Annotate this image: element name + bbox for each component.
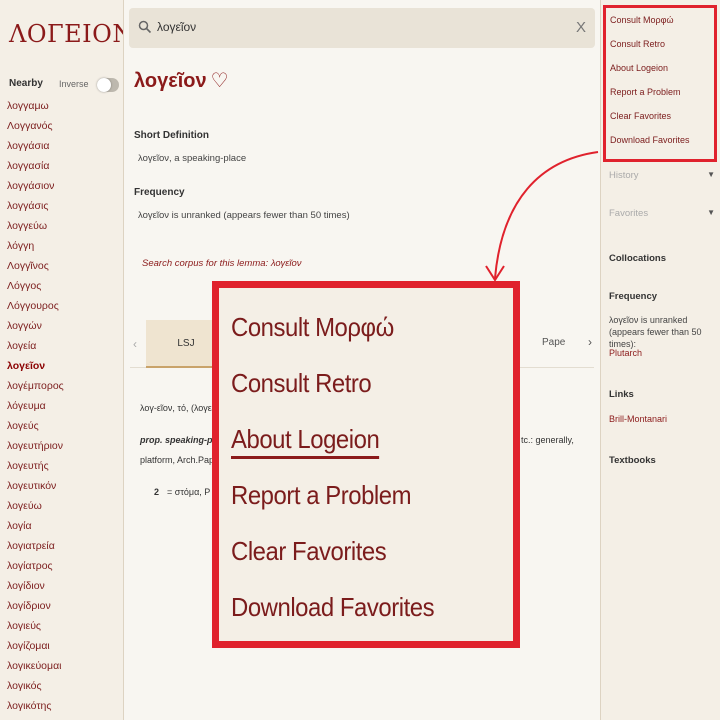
- nearby-word[interactable]: λογία: [7, 516, 117, 536]
- zoomed-menu-callout: Consult Μορφώ Consult Retro About Logeio…: [212, 281, 520, 648]
- sense-number: 2: [154, 487, 160, 497]
- nearby-word[interactable]: λογγεύω: [7, 216, 117, 236]
- nearby-word[interactable]: Λόγγουρος: [7, 296, 117, 316]
- site-menu: Consult Μορφώ Consult Retro About Logeio…: [606, 8, 714, 159]
- nearby-word[interactable]: λογγαμω: [7, 96, 117, 116]
- frequency-panel-text: λογεῖον is unranked (appears fewer than …: [609, 315, 702, 349]
- nearby-word[interactable]: Λογγῖνος: [7, 256, 117, 276]
- nearby-word[interactable]: λόγγη: [7, 236, 117, 256]
- zoom-item-label: About Logeion: [231, 424, 380, 459]
- page-title: λογεῖον ♡: [134, 68, 229, 93]
- nearby-word[interactable]: λογεία: [7, 336, 117, 356]
- nearby-word[interactable]: λογγασία: [7, 156, 117, 176]
- zoom-item-consult-morpho[interactable]: Consult Μορφώ: [231, 312, 490, 368]
- headword-text: λογεῖον: [134, 70, 207, 92]
- nearby-header: Nearby Inverse: [9, 78, 119, 94]
- nearby-word[interactable]: λογεύς: [7, 416, 117, 436]
- inverse-toggle[interactable]: [97, 78, 119, 92]
- sidebar: ΛΟΓΕΙΟΝ Nearby Inverse λογγαμω Λογγανός λο…: [0, 0, 124, 720]
- zoom-item-consult-retro[interactable]: Consult Retro: [231, 368, 490, 424]
- nearby-word[interactable]: λογευτής: [7, 456, 117, 476]
- search-icon: [138, 20, 152, 34]
- nearby-word[interactable]: λογίατρος: [7, 556, 117, 576]
- nearby-word[interactable]: λογευτήριον: [7, 436, 117, 456]
- menu-highlight-box: Consult Μορφώ Consult Retro About Logeio…: [603, 5, 717, 162]
- zoom-item-label: Consult Μορφώ: [231, 312, 394, 342]
- lsj-entry-head: λογ-εῖον, τό, (λογεύ: [140, 403, 217, 413]
- short-definition-title: Short Definition: [134, 130, 209, 141]
- zoom-item-label: Consult Retro: [231, 368, 372, 398]
- nearby-word[interactable]: λογγάσια: [7, 136, 117, 156]
- nearby-word[interactable]: λογγάσις: [7, 196, 117, 216]
- history-dropdown[interactable]: History ▼: [609, 170, 715, 181]
- short-definition-text: λογεῖον, a speaking-place: [138, 153, 247, 164]
- menu-item-consult-retro[interactable]: Consult Retro: [610, 39, 714, 63]
- lsj-entry-line-tail: tc.: generally,: [521, 435, 574, 445]
- zoom-item-report-problem[interactable]: Report a Problem: [231, 480, 490, 536]
- search-bar[interactable]: λογεῖον X: [129, 8, 595, 48]
- nearby-word[interactable]: λογίζομαι: [7, 636, 117, 656]
- chevron-left-icon[interactable]: ‹: [133, 337, 137, 351]
- nearby-word[interactable]: λογέμπορος: [7, 376, 117, 396]
- nearby-word[interactable]: λογικῶς: [7, 716, 117, 720]
- lsj-entry-line: prop. speaking-pla: [140, 435, 220, 445]
- frequency-text: λογεῖον is unranked (appears fewer than …: [138, 210, 350, 221]
- menu-item-clear-favorites[interactable]: Clear Favorites: [610, 111, 714, 135]
- inverse-label: Inverse: [59, 79, 89, 89]
- menu-item-report-problem[interactable]: Report a Problem: [610, 87, 714, 111]
- nearby-word[interactable]: λόγευμα: [7, 396, 117, 416]
- nearby-word[interactable]: λογίδιον: [7, 576, 117, 596]
- search-corpus-link[interactable]: Search corpus for this lemma: λογεῖον: [142, 258, 302, 269]
- nearby-word[interactable]: λογικότης: [7, 696, 117, 716]
- frequency-title: Frequency: [134, 187, 185, 198]
- heart-icon[interactable]: ♡: [211, 70, 229, 92]
- nearby-word[interactable]: λογιατρεία: [7, 536, 117, 556]
- nearby-word[interactable]: λογευτικόν: [7, 476, 117, 496]
- zoom-item-label: Download Favorites: [231, 592, 435, 622]
- collocations-title[interactable]: Collocations: [609, 253, 666, 264]
- nearby-word[interactable]: λογικός: [7, 676, 117, 696]
- nearby-word[interactable]: λογγάσιον: [7, 176, 117, 196]
- frequency-panel-title: Frequency: [609, 291, 658, 302]
- chevron-down-icon: ▼: [707, 170, 715, 179]
- chevron-down-icon: ▼: [707, 208, 715, 217]
- tab-pape[interactable]: Pape: [542, 337, 565, 348]
- menu-item-download-favorites[interactable]: Download Favorites: [610, 135, 714, 159]
- nearby-word[interactable]: λογιεύς: [7, 616, 117, 636]
- nearby-word[interactable]: λογεύω: [7, 496, 117, 516]
- zoom-item-clear-favorites[interactable]: Clear Favorites: [231, 536, 490, 592]
- nearby-word[interactable]: λογίδριον: [7, 596, 117, 616]
- history-label: History: [609, 170, 639, 181]
- search-input[interactable]: λογεῖον: [157, 20, 196, 34]
- menu-item-about[interactable]: About Logeion: [610, 63, 714, 87]
- sense-text: = στόμα, P: [167, 487, 211, 497]
- textbooks-title[interactable]: Textbooks: [609, 455, 656, 466]
- lsj-sense: 2 = στόμα, P: [154, 487, 210, 497]
- callout-arrow: [485, 151, 599, 282]
- author-link-plutarch[interactable]: Plutarch: [609, 348, 642, 358]
- logo[interactable]: ΛΟΓΕΙΟΝ: [9, 20, 123, 48]
- nearby-word[interactable]: λογγών: [7, 316, 117, 336]
- link-brill-montanari[interactable]: Brill-Montanari: [609, 414, 667, 424]
- nearby-word[interactable]: Λογγανός: [7, 116, 117, 136]
- right-panel: Consult Μορφώ Consult Retro About Logeio…: [600, 0, 720, 720]
- lsj-entry-line: platform, Arch.Pap: [140, 455, 215, 465]
- zoom-item-about[interactable]: About Logeion: [231, 424, 490, 480]
- links-title: Links: [609, 389, 634, 400]
- zoom-item-download-favorites[interactable]: Download Favorites: [231, 592, 490, 648]
- chevron-right-icon[interactable]: ›: [588, 335, 592, 349]
- nearby-word[interactable]: λογεῖον: [7, 356, 117, 376]
- favorites-label: Favorites: [609, 208, 649, 219]
- nearby-word[interactable]: Λόγγος: [7, 276, 117, 296]
- menu-item-consult-morpho[interactable]: Consult Μορφώ: [610, 15, 714, 39]
- zoom-item-label: Report a Problem: [231, 480, 412, 510]
- nearby-word[interactable]: λογικεύομαι: [7, 656, 117, 676]
- zoom-item-label: Clear Favorites: [231, 536, 387, 566]
- nearby-label: Nearby: [9, 78, 43, 89]
- zoomed-menu-list: Consult Μορφώ Consult Retro About Logeio…: [219, 288, 513, 648]
- favorites-dropdown[interactable]: Favorites ▼: [609, 208, 715, 219]
- lsj-entry-text: prop. speaking-pla: [140, 435, 221, 445]
- nearby-word-list: λογγαμω Λογγανός λογγάσια λογγασία λογγάσιον…: [7, 96, 117, 720]
- close-icon[interactable]: X: [576, 19, 586, 36]
